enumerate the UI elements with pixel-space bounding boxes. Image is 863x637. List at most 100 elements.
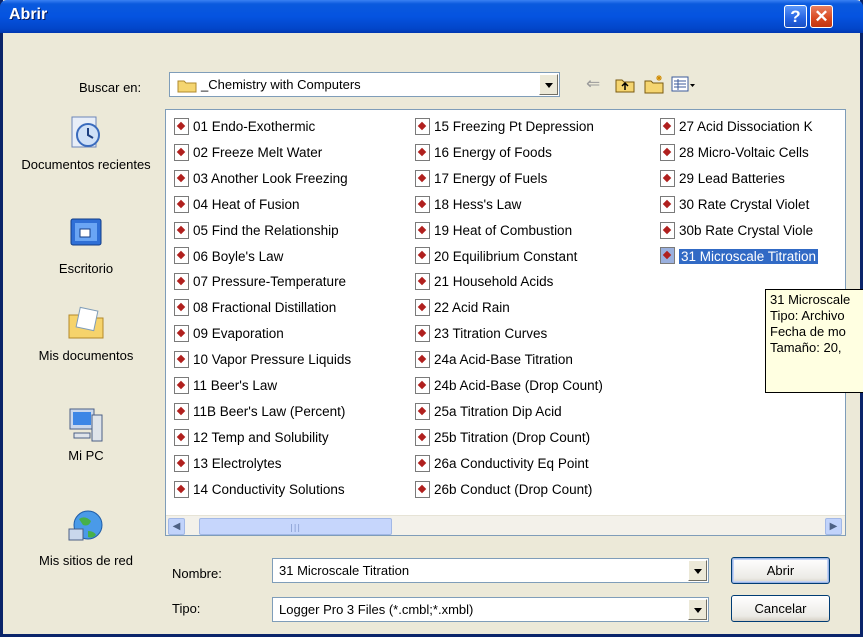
filename-input[interactable]: 31 Microscale Titration	[272, 558, 709, 583]
logger-pro-file-icon	[660, 117, 675, 135]
file-item[interactable]: 07 Pressure-Temperature	[174, 272, 346, 294]
file-item[interactable]: 10 Vapor Pressure Liquids	[174, 350, 351, 372]
file-item[interactable]: 30 Rate Crystal Violet	[660, 195, 809, 217]
title-bar[interactable]: Abrir ? ✕	[0, 0, 863, 33]
file-item[interactable]: 01 Endo-Exothermic	[174, 117, 315, 139]
file-item[interactable]: 26b Conduct (Drop Count)	[415, 480, 592, 502]
file-name: 18 Hess's Law	[434, 196, 522, 212]
help-button[interactable]: ?	[784, 5, 807, 28]
file-item[interactable]: 14 Conductivity Solutions	[174, 480, 345, 502]
logger-pro-file-icon	[174, 195, 189, 213]
logger-pro-file-icon	[174, 325, 189, 343]
filetype-select[interactable]: Logger Pro 3 Files (*.cmbl;*.xmbl)	[272, 597, 709, 622]
file-name: 06 Boyle's Law	[193, 248, 284, 264]
file-item[interactable]: 17 Energy of Fuels	[415, 169, 547, 191]
logger-pro-file-icon	[415, 454, 430, 472]
file-name: 27 Acid Dissociation K	[679, 119, 813, 134]
place-label-network: Mis sitios de red	[39, 553, 133, 568]
new-folder-icon[interactable]	[643, 74, 665, 94]
file-item[interactable]: 09 Evaporation	[174, 324, 284, 346]
file-item[interactable]: 24b Acid-Base (Drop Count)	[415, 376, 603, 398]
logger-pro-file-icon	[415, 480, 430, 498]
tooltip-line-name: 31 Microscale	[770, 292, 851, 307]
tooltip-line-type: Tipo: Archivo	[770, 308, 845, 323]
file-item[interactable]: 06 Boyle's Law	[174, 247, 283, 269]
filetype-chevron-down-icon[interactable]	[688, 599, 707, 620]
filename-label: Nombre:	[172, 566, 222, 581]
look-in-dropdown[interactable]: _Chemistry with Computers	[169, 72, 560, 97]
file-name: 22 Acid Rain	[434, 300, 510, 316]
file-item[interactable]: 21 Household Acids	[415, 272, 553, 294]
scroll-right-icon[interactable]: ▶	[825, 518, 842, 535]
file-name: 24b Acid-Base (Drop Count)	[434, 378, 603, 393]
file-name: 19 Heat of Combustion	[434, 222, 573, 238]
logger-pro-file-icon	[415, 195, 430, 213]
file-item[interactable]: 04 Heat of Fusion	[174, 195, 300, 217]
file-name: 03 Another Look Freezing	[193, 170, 348, 186]
file-item[interactable]: 15 Freezing Pt Depression	[415, 117, 594, 139]
file-name: 01 Endo-Exothermic	[193, 119, 316, 134]
scroll-left-icon[interactable]: ◀	[168, 518, 185, 535]
file-item[interactable]: 16 Energy of Foods	[415, 143, 552, 165]
logger-pro-file-icon	[415, 247, 430, 265]
horizontal-scrollbar[interactable]: ◀ ||| ▶	[166, 515, 845, 535]
folder-icon	[177, 80, 197, 93]
logger-pro-file-icon	[174, 351, 189, 369]
filename-chevron-down-icon[interactable]	[688, 560, 707, 581]
open-button[interactable]: Abrir	[731, 557, 830, 584]
file-item[interactable]: 25a Titration Dip Acid	[415, 402, 562, 424]
window-title: Abrir	[9, 6, 48, 23]
file-item[interactable]: 20 Equilibrium Constant	[415, 247, 577, 269]
filename-value: 31 Microscale Titration	[279, 563, 410, 578]
logger-pro-file-icon	[660, 195, 675, 213]
file-item[interactable]: 27 Acid Dissociation K	[660, 117, 813, 139]
file-item[interactable]: 25b Titration (Drop Count)	[415, 428, 590, 450]
file-item[interactable]: 03 Another Look Freezing	[174, 169, 348, 191]
file-item[interactable]: 13 Electrolytes	[174, 454, 282, 476]
file-list[interactable]: 01 Endo-Exothermic 02 Freeze Melt Water 03…	[165, 109, 846, 536]
file-item[interactable]: 12 Temp and Solubility	[174, 428, 329, 450]
file-item[interactable]: 30b Rate Crystal Viole	[660, 221, 813, 243]
file-info-tooltip: 31 Microscale Tipo: Archivo Fecha de mo …	[765, 289, 863, 393]
my-documents-icon	[68, 306, 104, 339]
file-item[interactable]: 28 Micro-Voltaic Cells	[660, 143, 809, 165]
file-item[interactable]: 22 Acid Rain	[415, 298, 510, 320]
file-item[interactable]: 26a Conductivity Eq Point	[415, 454, 589, 476]
logger-pro-file-icon	[660, 221, 675, 239]
file-name: 25b Titration (Drop Count)	[434, 429, 591, 445]
filetype-value: Logger Pro 3 Files (*.cmbl;*.xmbl)	[279, 602, 474, 617]
file-item[interactable]: 11B Beer's Law (Percent)	[174, 402, 345, 424]
tooltip-line-date: Fecha de mo	[770, 324, 846, 339]
file-item[interactable]: 31 Microscale Titration	[660, 247, 819, 269]
place-label-my-computer: Mi PC	[68, 448, 104, 463]
close-button[interactable]: ✕	[810, 5, 833, 28]
scroll-thumb[interactable]: |||	[199, 518, 392, 535]
file-name: 09 Evaporation	[193, 326, 284, 342]
file-item[interactable]: 18 Hess's Law	[415, 195, 521, 217]
file-name: 10 Vapor Pressure Liquids	[193, 352, 352, 368]
file-name: 29 Lead Batteries	[679, 170, 785, 186]
file-item[interactable]: 24a Acid-Base Titration	[415, 350, 573, 372]
file-item[interactable]: 02 Freeze Melt Water	[174, 143, 322, 165]
file-item[interactable]: 19 Heat of Combustion	[415, 221, 572, 243]
cancel-button[interactable]: Cancelar	[731, 595, 830, 622]
file-item[interactable]: 05 Find the Relationship	[174, 221, 339, 243]
logger-pro-file-icon	[174, 143, 189, 161]
file-name: 13 Electrolytes	[193, 455, 282, 471]
view-menu-icon[interactable]	[671, 76, 697, 94]
file-item[interactable]: 11 Beer's Law	[174, 376, 277, 398]
file-name: 30b Rate Crystal Viole	[679, 222, 814, 238]
chevron-down-icon[interactable]	[539, 74, 558, 95]
places-bar: Documentos recientes Escritorio Mis docu…	[13, 107, 159, 623]
file-name: 14 Conductivity Solutions	[193, 481, 345, 497]
file-item[interactable]: 08 Fractional Distillation	[174, 298, 336, 320]
open-dialog: Abrir ? ✕ Buscar en: _Chemistry with Com…	[0, 0, 863, 637]
file-item[interactable]: 29 Lead Batteries	[660, 169, 785, 191]
file-name: 07 Pressure-Temperature	[193, 274, 347, 290]
network-places-icon	[68, 510, 103, 541]
place-label-my-documents: Mis documentos	[38, 348, 134, 363]
file-item[interactable]: 23 Titration Curves	[415, 324, 547, 346]
file-name: 21 Household Acids	[434, 274, 554, 290]
back-arrow-icon[interactable]: ⇐	[586, 76, 600, 93]
up-folder-icon[interactable]	[614, 76, 636, 94]
